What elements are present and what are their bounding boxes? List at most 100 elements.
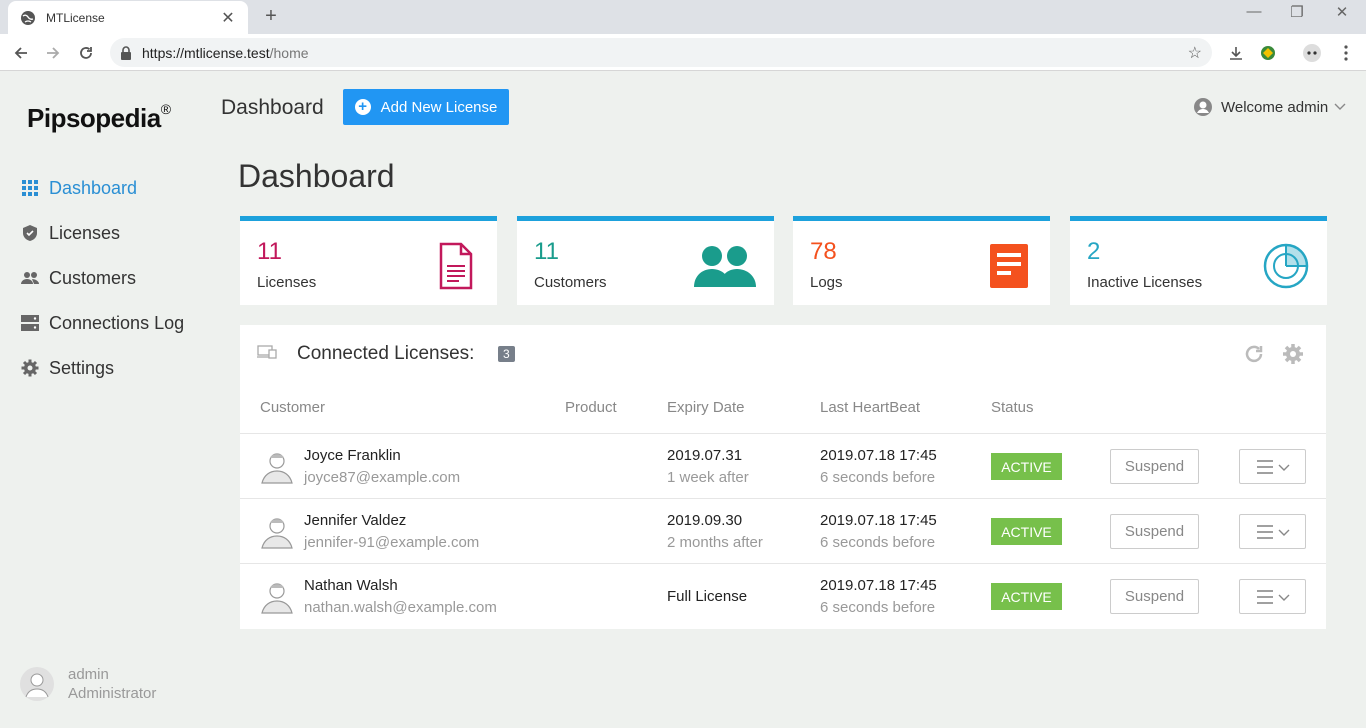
row-actions-dropdown[interactable]	[1239, 449, 1306, 484]
stat-label: Licenses	[257, 274, 317, 291]
customer-name[interactable]: Joyce Franklin	[304, 447, 401, 464]
tab-title: MTLicense	[46, 10, 105, 25]
avatar	[261, 453, 293, 484]
lock-icon	[120, 45, 132, 60]
arrow-right-icon	[47, 47, 60, 59]
browser-toolbar: https://mtlicense.test/home ☆	[0, 34, 1366, 71]
chevron-down-icon	[1334, 100, 1346, 114]
suspend-button[interactable]: Suspend	[1110, 579, 1199, 614]
globe-icon	[20, 10, 36, 26]
users-icon	[20, 268, 40, 288]
expiry-relative: 2 months after	[667, 534, 763, 551]
customer-name[interactable]: Nathan Walsh	[304, 577, 398, 594]
sidebar-item-settings[interactable]: Settings	[20, 353, 114, 383]
download-icon[interactable]	[1225, 42, 1247, 64]
extension-icon[interactable]	[1257, 42, 1279, 64]
column-header[interactable]: Customer	[260, 399, 325, 416]
arrow-left-icon	[14, 47, 27, 59]
menu-chevron-icon	[1256, 524, 1289, 539]
back-button[interactable]	[8, 40, 34, 66]
reload-icon	[80, 47, 92, 59]
status-badge: ACTIVE	[991, 518, 1062, 545]
page-title: Dashboard	[238, 158, 395, 194]
refresh-icon[interactable]	[1243, 343, 1265, 365]
app-logo[interactable]: Pipsopedia®	[27, 101, 171, 134]
address-bar[interactable]: https://mtlicense.test/home ☆	[110, 38, 1212, 67]
new-tab-button[interactable]: +	[260, 5, 282, 27]
menu-chevron-icon	[1256, 459, 1289, 474]
heartbeat-time: 2019.07.18 17:45	[820, 512, 937, 529]
server-icon	[20, 313, 40, 333]
table-row: Nathan Walsh nathan.walsh@example.com Fu…	[240, 564, 1326, 629]
column-header[interactable]: Product	[565, 399, 617, 416]
current-user[interactable]: admin Administrator	[20, 665, 156, 703]
minimize-button[interactable]: —	[1234, 3, 1274, 20]
expiry-date: 2019.07.31	[667, 447, 743, 464]
customer-email: joyce87@example.com	[304, 469, 461, 486]
status-badge: ACTIVE	[991, 453, 1062, 480]
row-actions-dropdown[interactable]	[1239, 514, 1306, 549]
expiry-relative: 1 week after	[667, 469, 749, 486]
stat-card-customers[interactable]: 11 Customers	[517, 216, 774, 305]
sidebar-item-label: Licenses	[49, 222, 121, 243]
tab-close-icon[interactable]: ✕	[220, 8, 236, 28]
customer-email: nathan.walsh@example.com	[304, 599, 497, 616]
sidebar-item-connections-log[interactable]: Connections Log	[20, 308, 184, 338]
avatar	[261, 518, 293, 549]
row-actions-dropdown[interactable]	[1239, 579, 1306, 614]
stat-card-licenses[interactable]: 11 Licenses	[240, 216, 497, 305]
pie-icon	[1263, 243, 1309, 289]
suspend-button[interactable]: Suspend	[1110, 449, 1199, 484]
grid-icon	[20, 178, 40, 198]
heartbeat-relative: 6 seconds before	[820, 469, 936, 486]
stat-value: 78	[810, 238, 837, 265]
heartbeat-time: 2019.07.18 17:45	[820, 577, 937, 594]
sidebar-item-label: Dashboard	[49, 177, 138, 198]
sidebar-item-licenses[interactable]: Licenses	[20, 218, 120, 248]
sidebar-item-label: Customers	[49, 267, 137, 288]
profile-avatar-icon[interactable]	[1301, 42, 1323, 64]
user-menu[interactable]: Welcome admin	[1193, 97, 1346, 117]
add-new-license-button[interactable]: + Add New License	[343, 89, 509, 125]
stat-label: Customers	[534, 274, 607, 291]
user-name: admin	[68, 666, 109, 683]
topbar-title: Dashboard	[221, 96, 324, 119]
suspend-button[interactable]: Suspend	[1110, 514, 1199, 549]
list-icon	[990, 244, 1028, 288]
bookmark-star-icon[interactable]: ☆	[1188, 43, 1202, 63]
browser-tab[interactable]: MTLicense ✕	[8, 1, 248, 34]
expiry-date: 2019.09.30	[667, 512, 743, 529]
stat-value: 11	[257, 238, 282, 265]
welcome-text: Welcome admin	[1221, 98, 1329, 116]
browser-tab-strip: MTLicense ✕ + — ❐ ✕	[0, 0, 1366, 34]
avatar	[261, 583, 293, 614]
sidebar-item-customers[interactable]: Customers	[20, 263, 136, 293]
stat-value: 11	[534, 238, 559, 265]
sidebar: Pipsopedia® Dashboard Licenses Customers…	[0, 71, 210, 728]
close-window-button[interactable]: ✕	[1322, 3, 1362, 21]
stat-card-inactive-licenses[interactable]: 2 Inactive Licenses	[1070, 216, 1327, 305]
settings-gear-icon[interactable]	[1282, 343, 1304, 365]
customer-name[interactable]: Jennifer Valdez	[304, 512, 406, 529]
stat-label: Logs	[810, 274, 843, 291]
stat-label: Inactive Licenses	[1087, 274, 1203, 291]
expiry-date: Full License	[667, 588, 748, 605]
column-header[interactable]: Expiry Date	[667, 399, 745, 416]
browser-menu-icon[interactable]	[1335, 42, 1357, 64]
sidebar-item-dashboard[interactable]: Dashboard	[20, 173, 137, 203]
reload-button[interactable]	[73, 40, 99, 66]
avatar	[20, 667, 54, 701]
sidebar-item-label: Settings	[49, 357, 115, 378]
column-header[interactable]: Status	[991, 399, 1034, 416]
restore-button[interactable]: ❐	[1277, 3, 1317, 21]
column-header[interactable]: Last HeartBeat	[820, 399, 920, 416]
table-row: Joyce Franklin joyce87@example.com 2019.…	[240, 434, 1326, 499]
stat-card-logs[interactable]: 78 Logs	[793, 216, 1050, 305]
heartbeat-time: 2019.07.18 17:45	[820, 447, 937, 464]
menu-chevron-icon	[1256, 589, 1289, 604]
url-text: https://mtlicense.test/home	[142, 44, 309, 61]
forward-button[interactable]	[40, 40, 66, 66]
stat-value: 2	[1087, 238, 1101, 265]
sidebar-item-label: Connections Log	[49, 312, 185, 333]
plus-circle-icon: +	[354, 99, 371, 115]
